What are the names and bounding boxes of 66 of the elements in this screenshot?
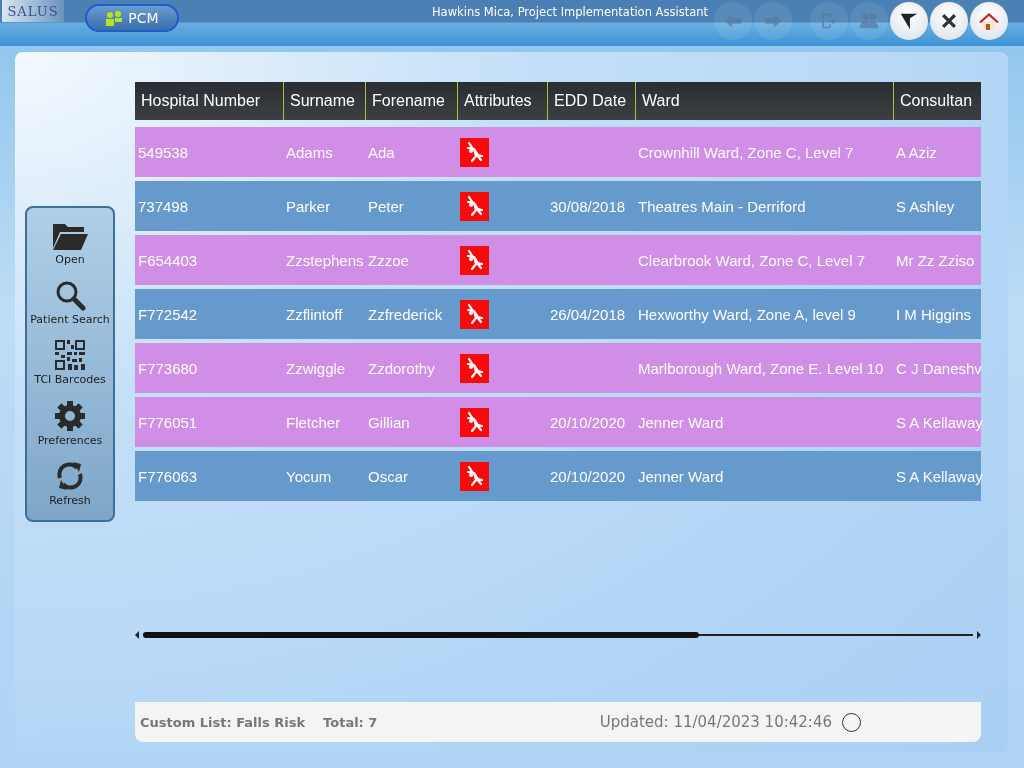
table-cell: F776063 — [135, 451, 283, 501]
table-cell: 20/10/2020 — [547, 451, 635, 501]
table-cell: Marlborough Ward, Zone E. Level 10 — [635, 343, 893, 393]
table-cell: I M Higgins — [893, 289, 981, 339]
table-cell: F773680 — [135, 343, 283, 393]
table-cell: 549538 — [135, 127, 283, 177]
table-cell: Fletcher — [283, 397, 365, 447]
user-name: Hawkins Mica, Project Implementation Assistant — [430, 4, 709, 19]
table-cell: S A Kellaway — [893, 451, 981, 501]
table-cell: Clearbrook Ward, Zone C, Level 7 — [635, 235, 893, 285]
column-header[interactable]: Forename — [365, 82, 457, 120]
table-cell: Ada — [365, 127, 457, 177]
open-button[interactable]: Open — [52, 220, 88, 266]
filter-button[interactable] — [890, 2, 928, 40]
table-cell: Theatres Main - Derriford — [635, 181, 893, 231]
barcodes-button[interactable]: TCI Barcodes — [34, 339, 106, 387]
column-header[interactable]: Ward — [635, 82, 893, 120]
table-cell: Parker — [283, 181, 365, 231]
table-cell: 26/04/2018 — [547, 289, 635, 339]
close-button[interactable] — [930, 2, 968, 40]
table-cell: Hexworthy Ward, Zone A, level 9 — [635, 289, 893, 339]
table-cell: Adams — [283, 127, 365, 177]
table-cell: Crownhill Ward, Zone C, Level 7 — [635, 127, 893, 177]
search-icon — [54, 279, 86, 312]
table-cell: F654403 — [135, 235, 283, 285]
table-cell: Peter — [365, 181, 457, 231]
pcm-button[interactable]: PCM — [85, 4, 179, 32]
table-cell: F776051 — [135, 397, 283, 447]
preferences-button[interactable]: Preferences — [37, 399, 103, 447]
exit-door-icon — [819, 11, 839, 31]
table-cell: Jenner Ward — [635, 397, 893, 447]
column-header[interactable]: Surname — [283, 82, 365, 120]
column-header[interactable]: Hospital Number — [135, 82, 283, 120]
table-cell: Oscar — [365, 451, 457, 501]
table-cell: 20/10/2020 — [547, 397, 635, 447]
updated-timestamp: Updated: 11/04/2023 10:42:46 — [599, 713, 832, 731]
table-cell: Zzzoe — [365, 235, 457, 285]
table-cell: Jenner Ward — [635, 451, 893, 501]
horizontal-scrollbar[interactable] — [135, 630, 981, 640]
people-icon — [105, 10, 124, 26]
home-button[interactable] — [970, 2, 1008, 40]
table-cell: 737498 — [135, 181, 283, 231]
table-cell: 30/08/2018 — [547, 181, 635, 231]
table-cell: Mr Zz Zziso — [893, 235, 981, 285]
custom-list-label: Custom List: Falls Risk — [140, 714, 306, 730]
table-cell: Zzstephens — [283, 235, 365, 285]
salus-logo: SALUS — [2, 0, 64, 22]
total-count: Total: 7 — [323, 714, 378, 730]
close-icon — [939, 11, 959, 31]
qr-code-icon — [54, 339, 86, 372]
table-cell: Yocum — [283, 451, 365, 501]
table-cell: Zzflintoff — [283, 289, 365, 339]
settings-icon — [54, 399, 86, 432]
table-cell: Zzfrederick — [365, 289, 457, 339]
table-cell: Zzwiggle — [283, 343, 365, 393]
refresh-button[interactable]: Refresh — [49, 460, 91, 508]
table-cell: Zzdorothy — [365, 343, 457, 393]
table-cell: Gillian — [365, 397, 457, 447]
column-header[interactable]: EDD Date — [547, 82, 635, 120]
column-header[interactable]: Consultan — [893, 82, 981, 120]
table-cell: A Aziz — [893, 127, 981, 177]
column-header[interactable]: Attributes — [457, 82, 547, 120]
refresh-icon — [54, 460, 86, 493]
patient-search-button[interactable]: Patient Search — [30, 279, 110, 327]
table-cell: S Ashley — [893, 181, 981, 231]
table-cell: F772542 — [135, 289, 283, 339]
